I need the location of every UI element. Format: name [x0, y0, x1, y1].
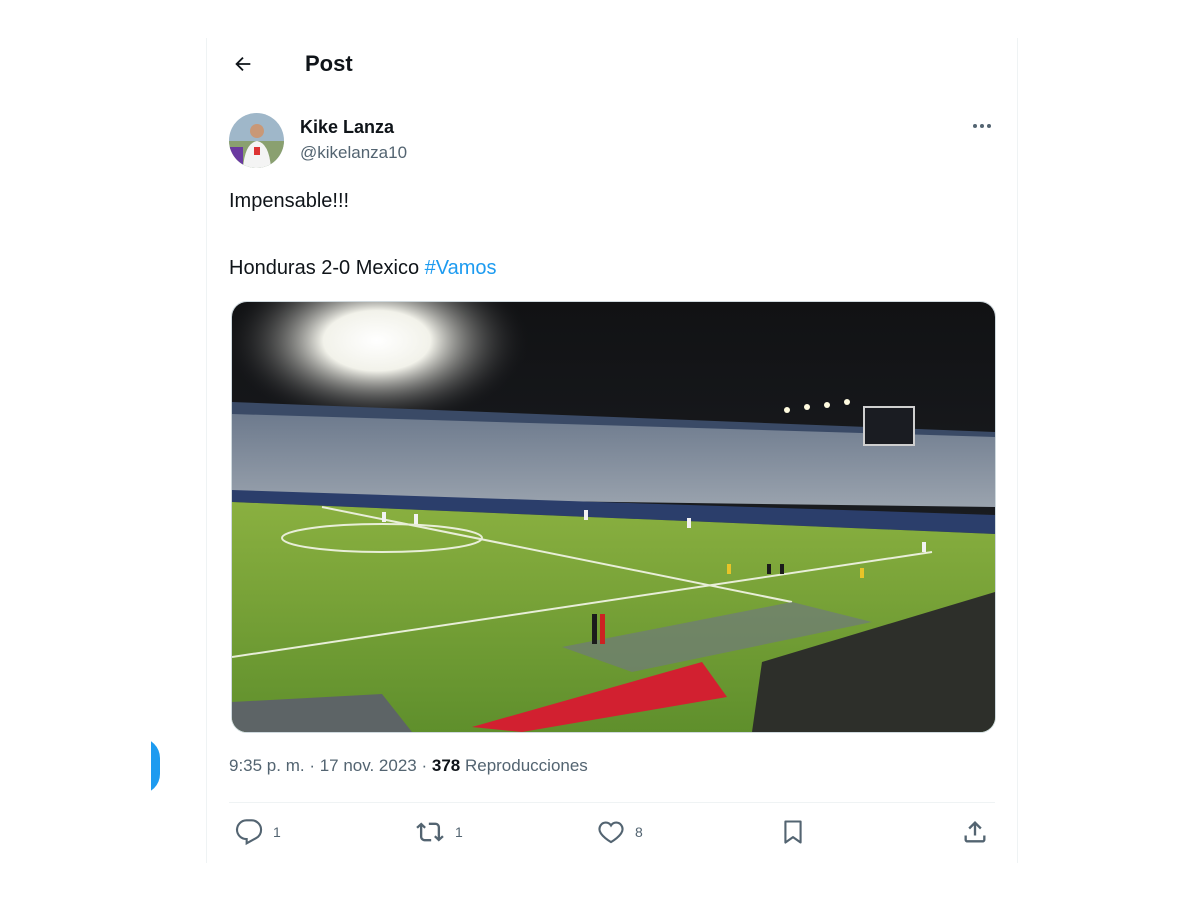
more-horizontal-icon [973, 124, 991, 128]
repost-icon [416, 822, 444, 842]
post-header: Post [229, 46, 353, 82]
tweet-text-line2: Honduras 2-0 Mexico #Vamos [229, 255, 497, 281]
arrow-left-icon [235, 56, 251, 72]
views-label: Reproducciones [460, 756, 588, 775]
heart-icon [598, 821, 624, 844]
bookmark-icon [784, 820, 802, 844]
action-bar: 1 1 8 [229, 818, 995, 854]
tweet-meta: 9:35 p. m. · 17 nov. 2023 · 378 Reproduc… [229, 756, 588, 776]
back-button[interactable] [229, 50, 257, 78]
reply-button[interactable]: 1 [235, 818, 281, 846]
more-options-button[interactable] [969, 116, 995, 136]
tweet-photo[interactable] [231, 301, 996, 733]
repost-button[interactable]: 1 [415, 818, 463, 846]
hashtag-link[interactable]: #Vamos [425, 257, 497, 279]
share-icon [964, 821, 986, 843]
reply-icon [235, 819, 263, 846]
repost-count: 1 [455, 824, 463, 840]
author-name[interactable]: Kike Lanza [300, 116, 407, 138]
tweet-text-line1: Impensable!!! [229, 190, 350, 212]
share-button[interactable] [961, 818, 989, 846]
views-count: 378 [431, 756, 461, 775]
page-title: Post [305, 51, 353, 76]
reply-count: 1 [273, 824, 281, 840]
divider [229, 802, 995, 803]
avatar[interactable] [229, 113, 284, 168]
tweet-text: Honduras 2-0 Mexico [229, 257, 425, 279]
tweet-author[interactable]: Kike Lanza @kikelanza10 [229, 113, 407, 168]
page-margin [0, 700, 151, 840]
bookmark-button[interactable] [779, 818, 807, 846]
author-handle[interactable]: @kikelanza10 [300, 141, 407, 165]
tweet-timestamp[interactable]: 9:35 p. m. · 17 nov. 2023 · [229, 756, 432, 775]
post-column: Post Kike Lanza @kikelanza10 Impensable!… [206, 38, 1018, 863]
stadium-photo [232, 302, 995, 732]
like-count: 8 [635, 824, 643, 840]
like-button[interactable]: 8 [597, 818, 643, 846]
